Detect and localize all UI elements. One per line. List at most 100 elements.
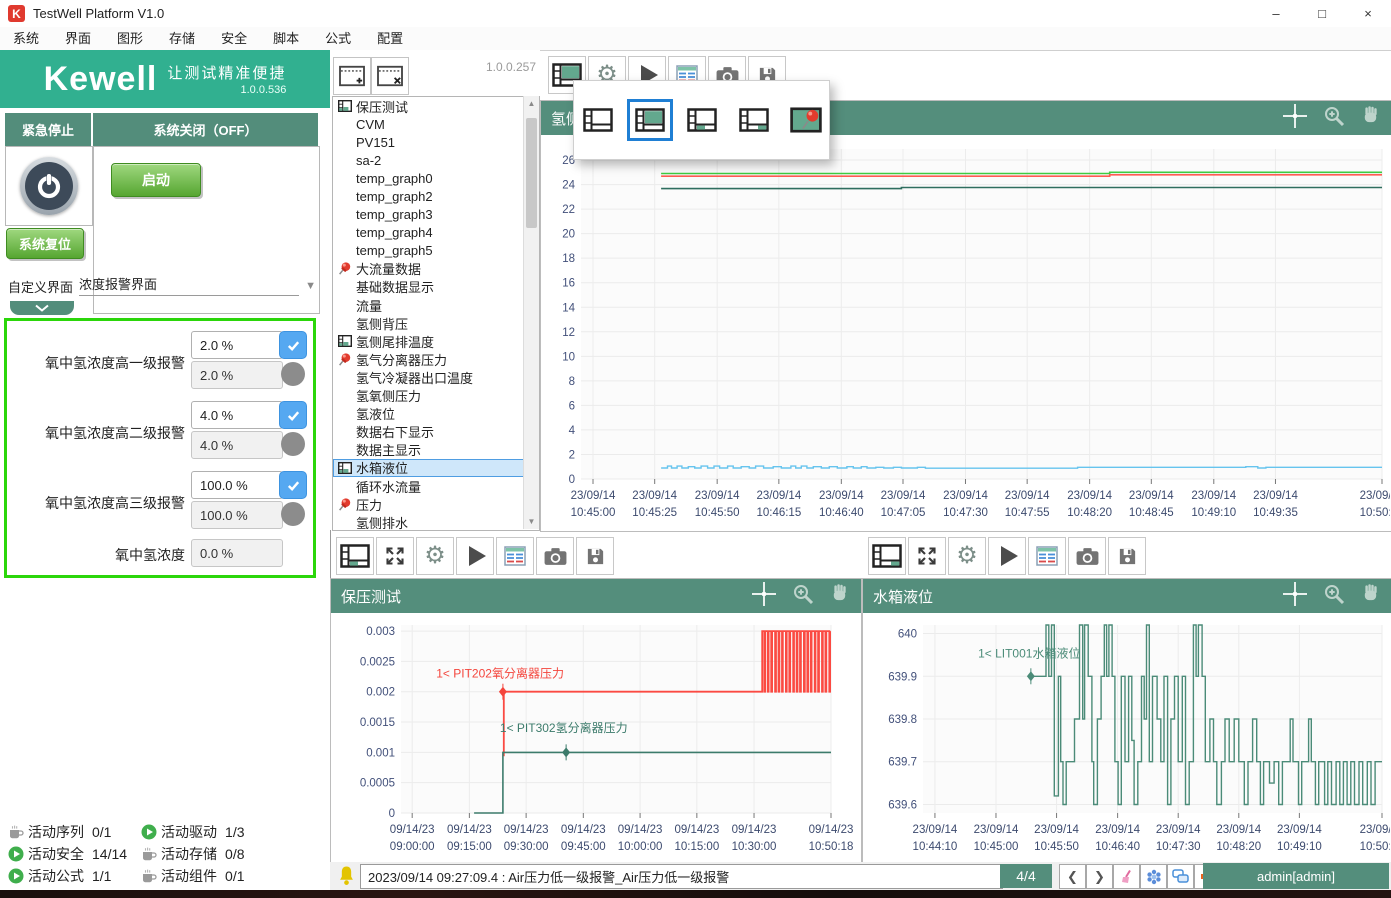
settings-button[interactable]: ⚙ (948, 537, 986, 575)
snapshot-button[interactable] (536, 537, 574, 575)
svg-text:22: 22 (562, 204, 575, 216)
fullscreen-button[interactable] (908, 537, 946, 575)
svg-text:640: 640 (898, 629, 917, 641)
fullscreen-button[interactable] (376, 537, 414, 575)
tree-item[interactable]: 氢侧尾排温度 (333, 332, 539, 350)
tree-item[interactable]: 氢侧背压 (333, 314, 539, 332)
chart-plot[interactable]: 00.00050.0010.00150.0020.00250.00309/14/… (331, 613, 859, 861)
run-button[interactable] (988, 537, 1026, 575)
activity-item: 活动存储0/8 (141, 843, 244, 865)
tree-item[interactable]: 氢气分离器压力 (333, 350, 539, 368)
message-button[interactable] (1167, 864, 1194, 889)
custom-ui-select[interactable]: 浓度报警界面 (79, 274, 157, 293)
menu-item-3[interactable]: 图形 (104, 27, 156, 50)
layout-option-4[interactable] (733, 101, 775, 139)
alarm-status-lamp (281, 432, 305, 456)
zoom-icon[interactable] (1323, 105, 1345, 132)
run-button[interactable] (456, 537, 494, 575)
menu-item-1[interactable]: 系统 (0, 27, 52, 50)
layout-button[interactable] (868, 537, 906, 575)
snapshot-button[interactable] (1068, 537, 1106, 575)
tree-item-label: sa-2 (356, 153, 381, 168)
scroll-down-icon[interactable]: ▼ (524, 514, 539, 529)
collapse-tab[interactable] (10, 301, 74, 315)
tree-item[interactable]: 氢侧排水 (333, 513, 539, 531)
menu-item-2[interactable]: 界面 (52, 27, 104, 50)
tree-item[interactable]: temp_graph5 (333, 242, 539, 260)
tree-item[interactable]: 压力 (333, 495, 539, 513)
alarm-enable-checkbox[interactable] (279, 401, 307, 429)
tree-item[interactable]: 流量 (333, 296, 539, 314)
tree-item[interactable]: PV151 (333, 133, 539, 151)
alarm-setpoint-input[interactable]: 100.0 % (191, 471, 283, 499)
tree-item[interactable]: 大流量数据 (333, 260, 539, 278)
tree-item[interactable]: sa-2 (333, 151, 539, 169)
tree-item[interactable]: 数据右下显示 (333, 423, 539, 441)
crosshair-icon[interactable] (1283, 104, 1307, 133)
menu-item-8[interactable]: 配置 (364, 27, 416, 50)
layout-option-3[interactable] (681, 101, 723, 139)
tree-scrollbar[interactable]: ▲ ▼ (523, 96, 539, 529)
start-button[interactable]: 启动 (111, 163, 201, 197)
save-button[interactable] (1108, 537, 1146, 575)
svg-text:23/09/14: 23/09/14 (974, 824, 1019, 836)
zoom-icon[interactable] (1323, 583, 1345, 610)
brand-version: 1.0.0.536 (240, 84, 286, 96)
menu-item-7[interactable]: 公式 (312, 27, 364, 50)
svg-text:1< PIT202氧分离器压力: 1< PIT202氧分离器压力 (436, 666, 564, 681)
layout-option-2[interactable] (629, 101, 671, 139)
add-window-button[interactable] (333, 57, 371, 95)
emergency-stop-button[interactable] (20, 157, 78, 215)
scroll-thumb[interactable] (526, 118, 537, 228)
tree-item[interactable]: CVM (333, 115, 539, 133)
hand-icon[interactable] (1361, 583, 1380, 609)
hand-icon[interactable] (1361, 105, 1380, 131)
tree-item[interactable]: 氢氧侧压力 (333, 387, 539, 405)
alarm-setpoint-input[interactable]: 4.0 % (191, 401, 283, 429)
scroll-up-icon[interactable]: ▲ (524, 96, 539, 111)
alarm-setpoint-input[interactable]: 2.0 % (191, 331, 283, 359)
dropdown-arrow-icon[interactable]: ▼ (299, 280, 318, 296)
user-badge[interactable]: admin[admin] (1203, 863, 1389, 889)
alarm-message[interactable]: 2023/09/14 09:27:09.4 : Air压力低一级报警_Air压力… (360, 864, 1003, 889)
close-button[interactable]: × (1345, 0, 1391, 27)
layout-button[interactable] (336, 537, 374, 575)
next-alarm-button[interactable]: ❯ (1086, 864, 1113, 889)
data-table-button[interactable] (496, 537, 534, 575)
alarm-settings-button[interactable] (1140, 864, 1167, 889)
menu-item-6[interactable]: 脚本 (260, 27, 312, 50)
alarm-enable-checkbox[interactable] (279, 331, 307, 359)
pin-layout-option[interactable] (785, 101, 827, 139)
close-window-button[interactable] (371, 57, 409, 95)
alarm-enable-checkbox[interactable] (279, 471, 307, 499)
chart-plot[interactable]: 0246810121416182022242623/09/1410:45:002… (541, 135, 1390, 529)
tree-item[interactable]: 氢液位 (333, 405, 539, 423)
clear-alarm-button[interactable] (1113, 864, 1140, 889)
tree-item[interactable]: 保压测试 (333, 97, 539, 115)
tree-item[interactable]: 基础数据显示 (333, 278, 539, 296)
tree-item[interactable]: temp_graph2 (333, 187, 539, 205)
tree-item[interactable]: temp_graph0 (333, 169, 539, 187)
menu-item-4[interactable]: 存储 (156, 27, 208, 50)
menu-item-5[interactable]: 安全 (208, 27, 260, 50)
view-tree: 保压测试CVMPV151sa-2temp_graph0temp_graph2te… (332, 96, 540, 531)
hand-icon[interactable] (830, 583, 849, 609)
zoom-icon[interactable] (792, 583, 814, 610)
maximize-button[interactable]: □ (1299, 0, 1345, 27)
chart-plot[interactable]: 640639.9639.8639.7639.623/09/1410:44:102… (863, 613, 1390, 861)
save-button[interactable] (576, 537, 614, 575)
layout-option-1[interactable] (577, 101, 619, 139)
prev-alarm-button[interactable]: ❮ (1059, 864, 1086, 889)
tree-item[interactable]: temp_graph4 (333, 224, 539, 242)
minimize-button[interactable]: – (1253, 0, 1299, 27)
tree-item[interactable]: 数据主显示 (333, 441, 539, 459)
data-table-button[interactable] (1028, 537, 1066, 575)
tree-item[interactable]: 氢气冷凝器出口温度 (333, 368, 539, 386)
tree-item[interactable]: 水箱液位 (333, 459, 539, 477)
tree-item[interactable]: temp_graph3 (333, 206, 539, 224)
crosshair-icon[interactable] (1283, 582, 1307, 611)
system-reset-button[interactable]: 系统复位 (6, 228, 84, 259)
crosshair-icon[interactable] (752, 582, 776, 611)
settings-button[interactable]: ⚙ (416, 537, 454, 575)
tree-item[interactable]: 循环水流量 (333, 477, 539, 495)
